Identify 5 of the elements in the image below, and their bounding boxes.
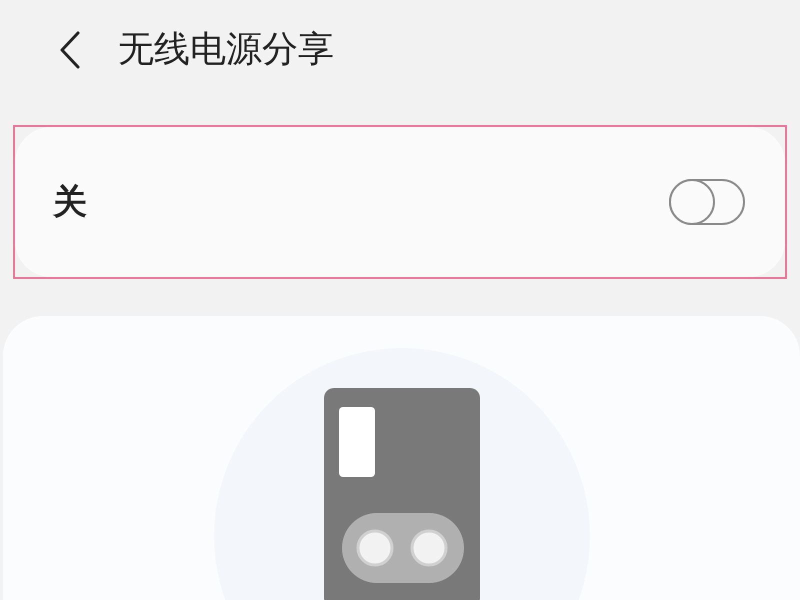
toggle-switch[interactable] [669, 179, 745, 225]
back-icon [58, 30, 82, 70]
toggle-knob [669, 179, 715, 225]
page-title: 无线电源分享 [118, 32, 334, 68]
setting-label: 关 [53, 180, 87, 224]
